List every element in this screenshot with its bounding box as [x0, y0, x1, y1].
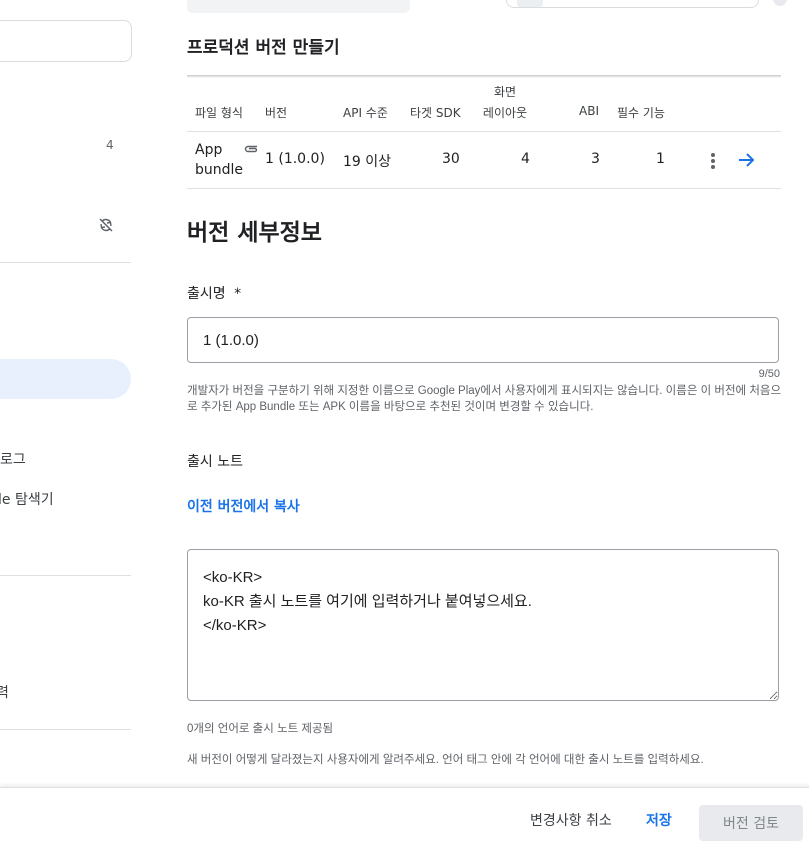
header-api-level: API 수준 — [343, 106, 388, 120]
required-mark: * — [234, 286, 242, 302]
bottom-action-bar: 변경사항 취소 저장 버전 검토 — [0, 787, 809, 847]
more-vert-icon[interactable] — [710, 153, 716, 171]
sync-disabled-icon[interactable] — [98, 217, 114, 233]
arrow-forward-icon[interactable] — [737, 152, 757, 168]
cell-file-type-line1: App — [195, 142, 223, 158]
release-details-title: 버전 세부정보 — [187, 220, 322, 246]
sidebar-item-active[interactable] — [0, 359, 131, 399]
cell-file-type-line2: bundle — [195, 162, 244, 178]
attachment-icon — [244, 145, 258, 153]
release-name-helper: 개발자가 버전을 구분하기 위해 지정한 이름으로 Google Play에서 … — [187, 385, 782, 413]
header-abi: ABI — [579, 104, 599, 118]
app-bundle-table: 파일 형식 버전 API 수준 타겟 SDK 화면 레이아웃 ABI 필수 기능… — [187, 75, 781, 189]
card-top-shadow — [187, 75, 781, 78]
side-navigation: 4 로그 le 탐색기 력 — [0, 0, 140, 787]
top-filter-chip — [517, 0, 543, 7]
sidebar-item-history[interactable]: 력 — [0, 682, 9, 702]
header-file-type: 파일 형식 — [195, 106, 243, 120]
release-name-label: 출시명 * — [187, 283, 241, 303]
discard-changes-button[interactable]: 변경사항 취소 — [530, 810, 612, 830]
header-required-features: 필수 기능 — [617, 106, 665, 120]
review-release-button[interactable]: 버전 검토 — [699, 805, 803, 841]
sidebar-count-badge: 4 — [106, 138, 114, 152]
cell-screen-layout: 4 — [521, 151, 530, 167]
table-row-divider — [187, 188, 781, 189]
sidebar-divider — [0, 262, 131, 263]
save-button[interactable]: 저장 — [646, 810, 672, 830]
cell-version: 1 (1.0.0) — [265, 151, 325, 167]
top-filter-field[interactable] — [506, 0, 759, 8]
sidebar-item-logs[interactable]: 로그 — [0, 449, 26, 469]
cell-target-sdk: 30 — [442, 151, 460, 167]
header-screen-layout-line2: 레이아웃 — [482, 106, 528, 120]
sidebar-item-bundle-explorer[interactable]: le 탐색기 — [0, 489, 54, 509]
release-notes-helper: 새 버전이 어떻게 달라졌는지 사용자에게 알려주세요. 언어 태그 안에 각 … — [187, 754, 704, 766]
cell-abi: 3 — [591, 151, 600, 167]
release-name-label-text: 출시명 — [187, 286, 226, 302]
header-screen-layout-line1: 화면 — [493, 85, 517, 99]
release-notes-textarea[interactable]: <ko-KR> ko-KR 출시 노트를 여기에 입력하거나 붙여넣으세요. <… — [187, 549, 779, 701]
cell-required-features: 1 — [656, 151, 665, 167]
header-screen-layout: 화면 레이아웃 — [481, 82, 529, 124]
top-dropdown[interactable] — [187, 0, 410, 13]
table-row-divider — [187, 131, 781, 132]
release-notes-label: 출시 노트 — [187, 454, 243, 470]
cell-api-level: 19 이상 — [343, 154, 392, 170]
top-avatar[interactable] — [773, 0, 787, 6]
header-target-sdk: 타겟 SDK — [410, 106, 461, 120]
header-version: 버전 — [265, 106, 288, 120]
cell-file-type: App bundle — [195, 140, 244, 180]
sidebar-search-input[interactable] — [0, 20, 132, 62]
sidebar-divider — [0, 575, 131, 576]
release-name-counter: 9/50 — [758, 368, 780, 380]
release-notes-language-status: 0개의 언어로 출시 노트 제공됨 — [187, 723, 334, 735]
sidebar-divider — [0, 729, 131, 730]
release-section-title: 프로덕션 버전 만들기 — [187, 38, 340, 58]
release-name-input[interactable] — [187, 317, 779, 363]
copy-from-previous-link[interactable]: 이전 버전에서 복사 — [187, 496, 300, 516]
